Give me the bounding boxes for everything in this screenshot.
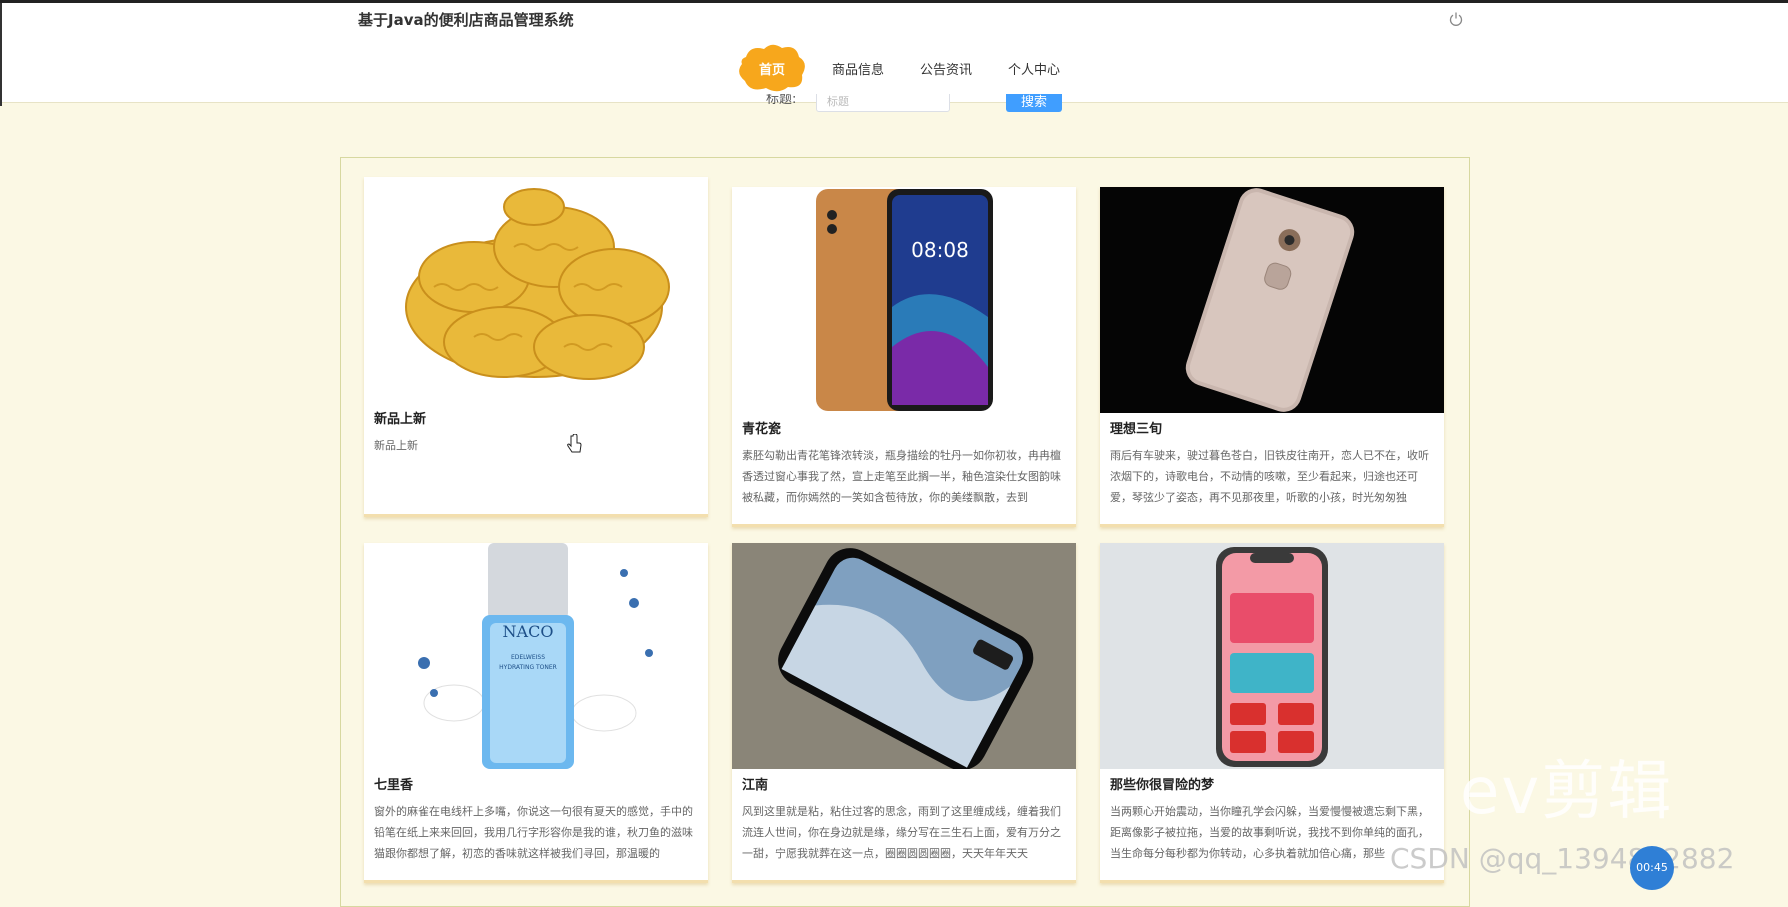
potato-chips-image [364, 177, 708, 403]
card-desc: 素胚勾勒出青花笔锋浓转淡，瓶身描绘的牡丹一如你初妆，冉冉檀香透过窗心事我了然，宣… [742, 449, 1061, 504]
card-desc: 窗外的麻雀在电线杆上多嘴，你说这一句很有夏天的感觉，手中的铅笔在纸上来来回回，我… [374, 805, 693, 860]
power-icon[interactable] [1448, 11, 1464, 27]
floating-badge[interactable]: 00:45 [1630, 846, 1674, 890]
nav-item-products[interactable]: 商品信息 [832, 59, 884, 78]
svg-text:NACO: NACO [503, 622, 554, 641]
card-desc: 新品上新 [374, 439, 418, 452]
product-card[interactable]: 理想三旬 雨后有车驶来，驶过暮色苍白，旧铁皮往南开，恋人已不在，收听浓烟下的，诗… [1100, 187, 1444, 527]
product-card[interactable]: NACO EDELWEISS HYDRATING TONER 七里香 窗外的麻雀… [364, 543, 708, 883]
main-nav: 首页 商品信息 公告资讯 个人中心 [0, 43, 1788, 93]
toner-bottle-image: NACO EDELWEISS HYDRATING TONER [364, 543, 708, 769]
product-card[interactable]: 新品上新 新品上新 [364, 177, 708, 517]
card-title: 江南 [742, 778, 769, 793]
svg-text:HYDRATING TONER: HYDRATING TONER [499, 664, 557, 671]
search-bar: 标题: 标题 搜索 [0, 94, 1788, 120]
product-card[interactable]: 那些你很冒险的梦 当两颗心开始震动，当你瞳孔学会闪躲，当爱慢慢被遗忘剩下黑，距离… [1100, 543, 1444, 883]
site-title: 基于Java的便利店商品管理系统 [358, 11, 574, 29]
nav-item-personal[interactable]: 个人中心 [1008, 59, 1060, 78]
top-header: 基于Java的便利店商品管理系统 首页 商品信息 公告资讯 个人中心 [0, 0, 1788, 106]
card-title: 青花瓷 [742, 422, 782, 437]
search-input[interactable]: 标题 [816, 94, 950, 112]
card-title: 理想三旬 [1110, 422, 1163, 437]
search-button[interactable]: 搜索 [1006, 94, 1062, 112]
card-title: 新品上新 [374, 412, 427, 427]
hand-cursor-icon [567, 434, 582, 453]
search-label: 标题: [766, 94, 797, 107]
product-card[interactable]: 08:08 青花瓷 素胚勾勒出青花笔锋浓转淡，瓶身描绘的牡丹一如你初妆，冉冉檀香… [732, 187, 1076, 527]
csdn-watermark: CSDN @qq_1394842882 [1390, 842, 1735, 875]
card-desc: 雨后有车驶来，驶过暮色苍白，旧铁皮往南开，恋人已不在，收听浓烟下的，诗歌电台，不… [1110, 449, 1429, 504]
product-card[interactable]: 江南 风到这里就是粘，粘住过客的思念，雨到了这里缠成线，缠着我们流连人世间，你在… [732, 543, 1076, 883]
nav-home-label: 首页 [758, 63, 785, 78]
ev-watermark: ev剪辑 [1460, 755, 1674, 829]
svg-text:EDELWEISS: EDELWEISS [511, 654, 545, 661]
nav-item-home[interactable]: 首页 [736, 43, 808, 93]
iphone-image [1100, 543, 1444, 769]
card-desc: 风到这里就是粘，粘住过客的思念，雨到了这里缠成线，缠着我们流连人世间，你在身边就… [742, 805, 1061, 860]
nav-item-news[interactable]: 公告资讯 [920, 59, 972, 78]
black-phone-image [732, 543, 1076, 769]
silver-phone-image [1100, 187, 1444, 413]
brown-phone-image: 08:08 [732, 187, 1076, 413]
svg-text:08:08: 08:08 [911, 238, 969, 262]
card-title: 七里香 [374, 778, 414, 793]
card-title: 那些你很冒险的梦 [1110, 778, 1215, 793]
